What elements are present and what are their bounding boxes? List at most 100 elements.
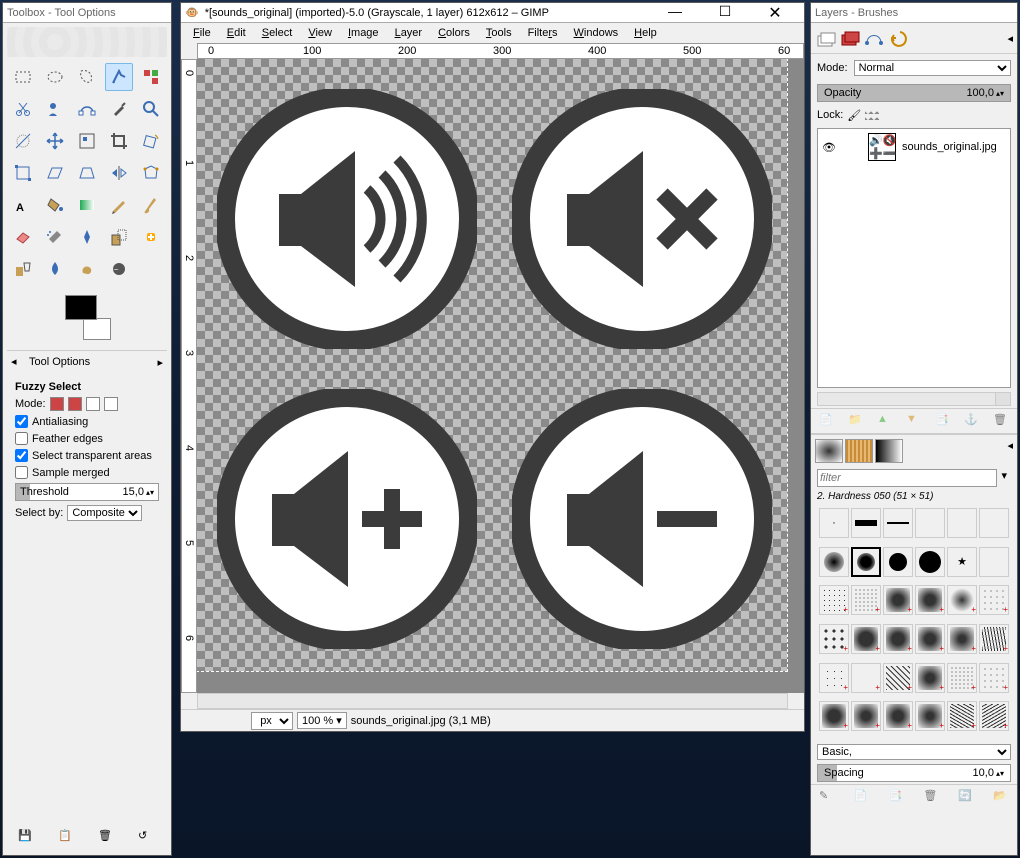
- clone-tool[interactable]: [105, 223, 133, 251]
- brush-acrylic2[interactable]: +: [851, 585, 881, 615]
- brush-cell[interactable]: +: [819, 624, 849, 654]
- unit-dropdown[interactable]: px: [251, 712, 293, 730]
- brush-soft[interactable]: [819, 547, 849, 577]
- ruler-horizontal[interactable]: 010020030040050060: [197, 43, 804, 59]
- flip-tool[interactable]: [105, 159, 133, 187]
- transparent-checkbox[interactable]: [15, 449, 28, 462]
- blend-mode-dropdown[interactable]: Normal: [854, 60, 1011, 76]
- zoom-field[interactable]: 100 % ▾: [297, 712, 347, 729]
- menu-image[interactable]: Image: [342, 25, 385, 41]
- paths-tab-icon[interactable]: [863, 27, 885, 49]
- brush-preset-dropdown[interactable]: Basic,: [817, 744, 1011, 760]
- ink-tool[interactable]: [73, 223, 101, 251]
- brush-grass[interactable]: +: [979, 624, 1009, 654]
- restore-icon[interactable]: 📋: [58, 829, 76, 847]
- brush-dots[interactable]: +: [979, 663, 1009, 693]
- save-icon[interactable]: 💾: [18, 829, 36, 847]
- layer-list[interactable]: 👁 🔊🔇➕➖ sounds_original.jpg: [817, 128, 1011, 388]
- layer-item[interactable]: 👁 🔊🔇➕➖ sounds_original.jpg: [818, 129, 1010, 165]
- edit-brush-icon[interactable]: ✎: [819, 789, 835, 805]
- pencil-tool[interactable]: [105, 191, 133, 219]
- menu-file[interactable]: File: [187, 25, 217, 41]
- ruler-vertical[interactable]: 0100200300400500600: [181, 59, 197, 693]
- menu-colors[interactable]: Colors: [432, 25, 476, 41]
- new-brush-icon[interactable]: 📄: [854, 789, 870, 805]
- brushes-tab[interactable]: [815, 439, 843, 463]
- shear-tool[interactable]: [41, 159, 69, 187]
- brush-chalk2[interactable]: +: [883, 624, 913, 654]
- brush-hard[interactable]: [883, 547, 913, 577]
- dodge-tool[interactable]: [105, 255, 133, 283]
- menu-select[interactable]: Select: [256, 25, 299, 41]
- patterns-tab[interactable]: [845, 439, 873, 463]
- scale-tool[interactable]: [9, 159, 37, 187]
- brush-splat2[interactable]: +: [851, 701, 881, 731]
- horizontal-scrollbar[interactable]: [197, 693, 788, 709]
- brush-blank2[interactable]: [947, 508, 977, 538]
- minimize-button[interactable]: —: [660, 3, 690, 23]
- sample-merged-checkbox[interactable]: [15, 466, 28, 479]
- heal-tool[interactable]: [137, 223, 165, 251]
- foreground-select-tool[interactable]: [41, 95, 69, 123]
- lock-pixels-icon[interactable]: 🖌: [847, 109, 861, 122]
- menu-windows[interactable]: Windows: [568, 25, 625, 41]
- brush-splat3[interactable]: +: [883, 701, 913, 731]
- color-picker-tool[interactable]: [105, 95, 133, 123]
- mode-replace-icon[interactable]: [50, 397, 64, 411]
- brush-sponge1[interactable]: +: [915, 663, 945, 693]
- brush-circle[interactable]: [915, 547, 945, 577]
- maximize-button[interactable]: ☐: [710, 3, 740, 23]
- blend-tool[interactable]: [73, 191, 101, 219]
- reset-icon[interactable]: ↺: [138, 829, 156, 847]
- mode-subtract-icon[interactable]: [86, 397, 100, 411]
- antialiasing-checkbox[interactable]: [15, 415, 28, 428]
- eraser-tool[interactable]: [9, 223, 37, 251]
- scissors-tool[interactable]: [9, 95, 37, 123]
- new-layer-icon[interactable]: 📄: [819, 413, 835, 429]
- brush-smoke[interactable]: +: [947, 624, 977, 654]
- brush-chalk1[interactable]: +: [851, 624, 881, 654]
- delete-brush-icon[interactable]: 🗑: [923, 789, 939, 805]
- brush-confetti2[interactable]: +: [851, 663, 881, 693]
- feather-checkbox[interactable]: [15, 432, 28, 445]
- move-tool[interactable]: [41, 127, 69, 155]
- lower-layer-icon[interactable]: ▼: [906, 413, 922, 429]
- undo-tab-icon[interactable]: [887, 27, 909, 49]
- smudge-tool[interactable]: [73, 255, 101, 283]
- menu-layer[interactable]: Layer: [389, 25, 429, 41]
- brush-line[interactable]: [883, 508, 913, 538]
- brush-block[interactable]: [851, 508, 881, 538]
- menu-edit[interactable]: Edit: [221, 25, 252, 41]
- delete-icon[interactable]: 🗑: [98, 829, 116, 847]
- brush-sponge2[interactable]: +: [947, 663, 977, 693]
- brush-pencil2[interactable]: +: [979, 701, 1009, 731]
- brush-acrylic3[interactable]: +: [883, 585, 913, 615]
- brush-pencil1[interactable]: +: [947, 701, 977, 731]
- duplicate-brush-icon[interactable]: 📑: [889, 789, 905, 805]
- crop-tool[interactable]: [105, 127, 133, 155]
- menu-view[interactable]: View: [302, 25, 338, 41]
- selectby-dropdown[interactable]: Composite: [67, 505, 142, 521]
- layer-group-icon[interactable]: 📁: [848, 413, 864, 429]
- brush-blank4[interactable]: [979, 547, 1009, 577]
- visibility-eye-icon[interactable]: 👁: [822, 141, 836, 154]
- mode-add-icon[interactable]: [68, 397, 82, 411]
- tab-menu-icon[interactable]: ◂: [1007, 32, 1013, 45]
- lock-alpha-icon[interactable]: [865, 108, 879, 122]
- menu-tools[interactable]: Tools: [480, 25, 518, 41]
- tool-options-header[interactable]: ◂ Tool Options ▸: [7, 350, 167, 373]
- layers-hscroll[interactable]: [817, 392, 1011, 406]
- spinner-icon[interactable]: ▴▾: [146, 488, 154, 497]
- rect-select-tool[interactable]: [9, 63, 37, 91]
- gradients-tab[interactable]: [875, 439, 903, 463]
- close-button[interactable]: ✕: [760, 3, 790, 23]
- filter-dropdown-icon[interactable]: ▾: [997, 469, 1011, 487]
- right-arrow-icon[interactable]: ▸: [157, 356, 163, 369]
- spinner-icon[interactable]: ▴▾: [996, 769, 1004, 778]
- perspective-tool[interactable]: [73, 159, 101, 187]
- layer-thumbnail[interactable]: 🔊🔇➕➖: [868, 133, 896, 161]
- brush-hardness050[interactable]: [851, 547, 881, 577]
- fuzzy-select-tool[interactable]: [105, 63, 133, 91]
- measure-tool[interactable]: [9, 127, 37, 155]
- spinner-icon[interactable]: ▴▾: [996, 89, 1004, 98]
